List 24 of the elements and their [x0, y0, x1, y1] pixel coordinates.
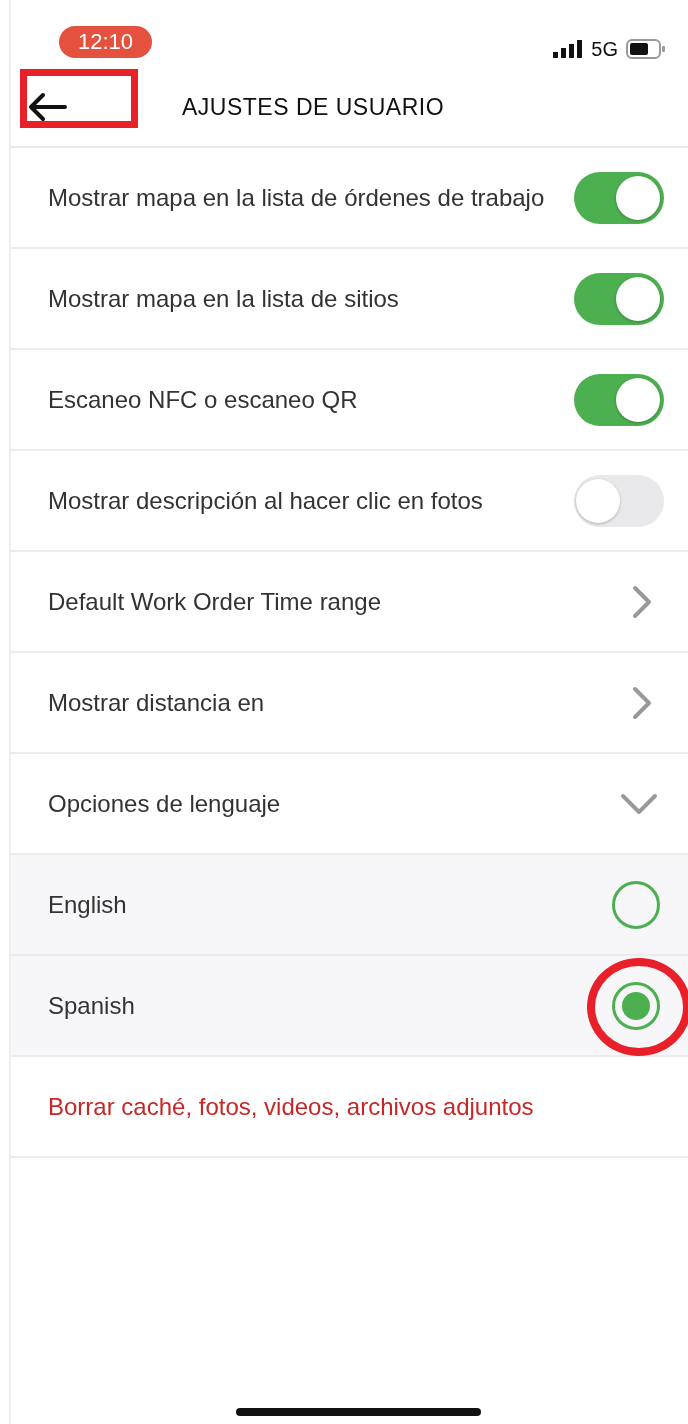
clear-cache-link[interactable]: Borrar caché, fotos, videos, archivos adjuntos — [48, 1091, 534, 1122]
network-label: 5G — [591, 37, 618, 62]
chevron-right-icon — [632, 584, 652, 619]
status-time: 12:10 — [59, 26, 153, 58]
battery-icon — [626, 39, 666, 59]
signal-icon — [553, 40, 584, 58]
page-title: AJUSTES DE USUARIO — [182, 92, 445, 122]
setting-label: Mostrar descripción al hacer clic en fotos — [48, 486, 483, 516]
setting-label: Default Work Order Time range — [48, 587, 381, 617]
radio-button[interactable] — [612, 880, 660, 929]
toggle-switch[interactable] — [574, 272, 664, 325]
back-button[interactable] — [27, 92, 67, 122]
setting-label: Mostrar mapa en la lista de sitios — [48, 284, 399, 314]
setting-label: English — [48, 890, 127, 920]
setting-label: Mostrar distancia en — [48, 688, 265, 718]
chevron-right-icon — [632, 685, 652, 720]
setting-label: Opciones de lenguaje — [48, 789, 281, 819]
toggle-switch[interactable] — [574, 474, 664, 527]
toggle-switch[interactable] — [574, 373, 664, 426]
setting-label: Mostrar mapa en la lista de órdenes de trabajo — [48, 183, 545, 213]
setting-label: Spanish — [48, 991, 135, 1021]
toggle-switch[interactable] — [574, 171, 664, 224]
setting-label: Escaneo NFC o escaneo QR — [48, 385, 358, 415]
radio-button[interactable] — [612, 981, 660, 1030]
